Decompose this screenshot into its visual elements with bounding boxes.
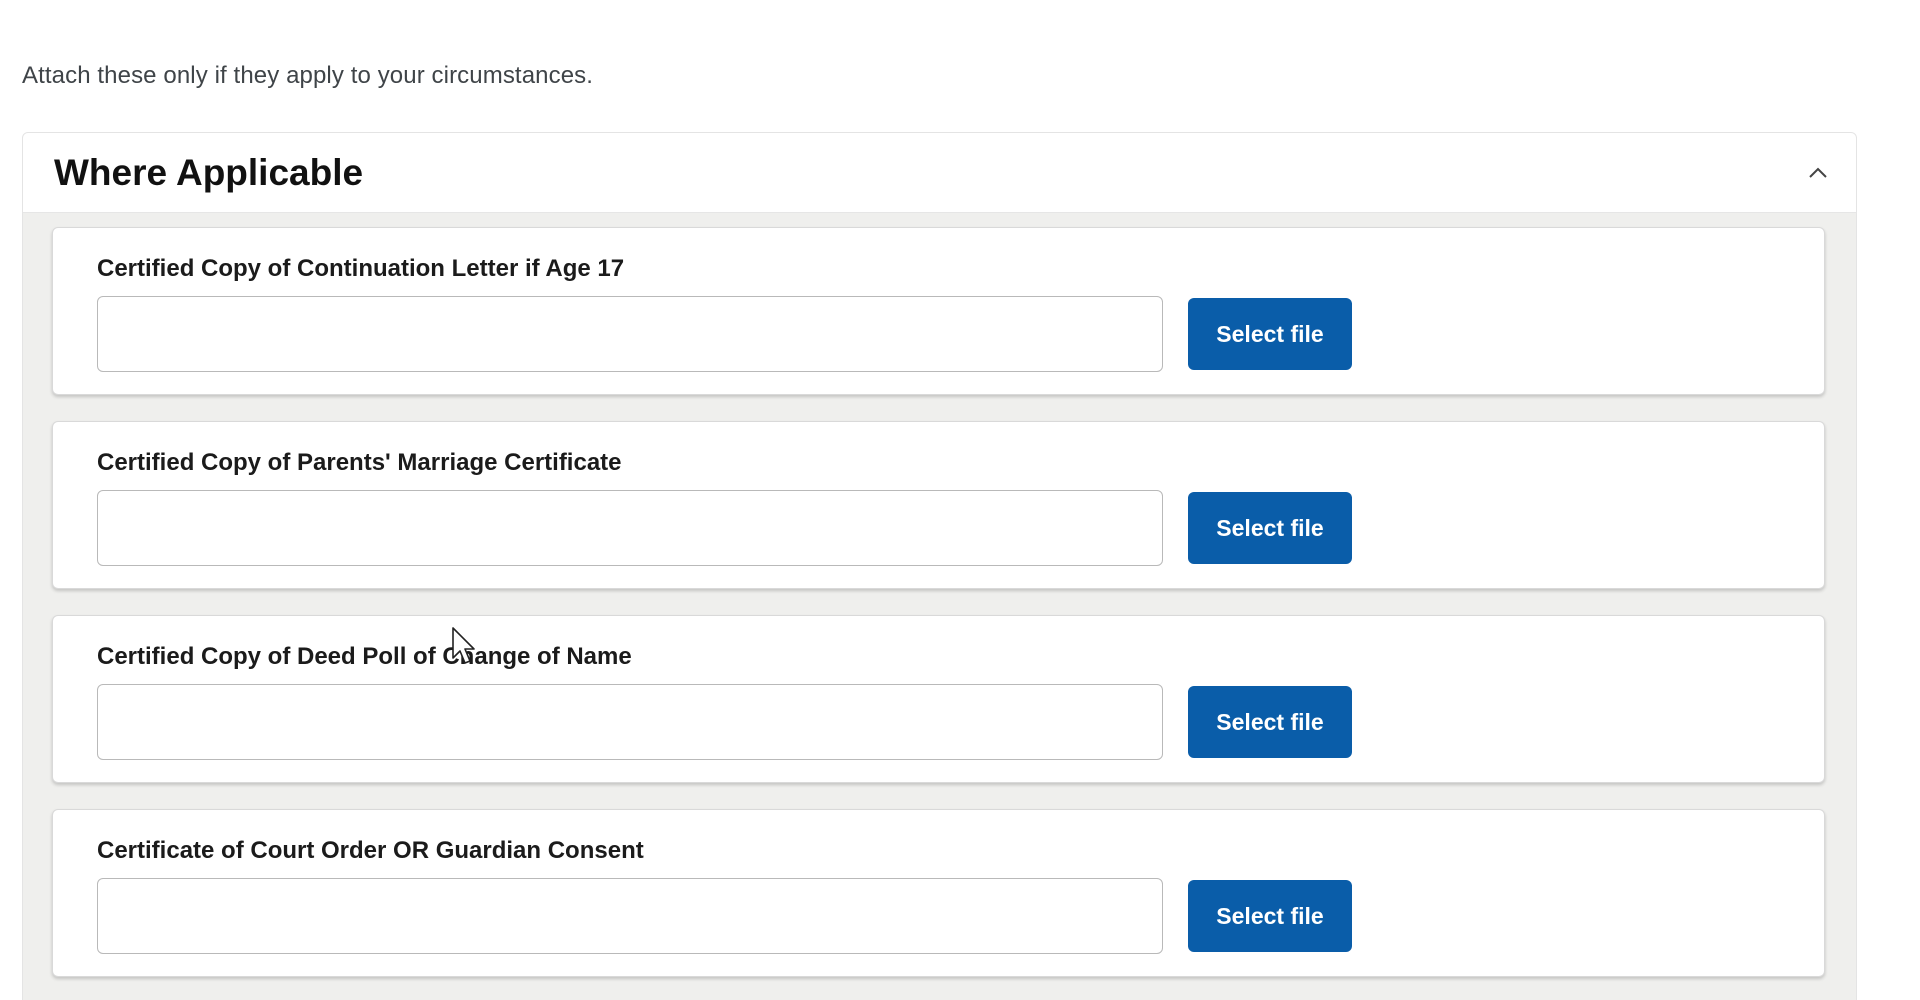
intro-text: Attach these only if they apply to your … (22, 62, 594, 89)
file-upload-card: Certified Copy of Continuation Letter if… (52, 227, 1825, 395)
file-path-input[interactable] (97, 490, 1163, 566)
file-label: Certified Copy of Deed Poll of Change of… (97, 643, 632, 670)
file-path-input[interactable] (97, 878, 1163, 954)
file-label: Certified Copy of Parents' Marriage Cert… (97, 449, 622, 476)
file-row: Select file (97, 684, 1824, 760)
select-file-button[interactable]: Select file (1188, 686, 1352, 758)
file-label: Certificate of Court Order OR Guardian C… (97, 837, 644, 864)
where-applicable-accordion: Where Applicable Certified Copy of Conti… (22, 132, 1857, 1000)
file-row: Select file (97, 296, 1824, 372)
accordion-body: Certified Copy of Continuation Letter if… (23, 213, 1856, 977)
select-file-button[interactable]: Select file (1188, 298, 1352, 370)
file-path-input[interactable] (97, 296, 1163, 372)
file-upload-card: Certified Copy of Deed Poll of Change of… (52, 615, 1825, 783)
accordion-header[interactable]: Where Applicable (23, 133, 1856, 213)
chevron-up-icon[interactable] (1806, 161, 1830, 185)
select-file-button[interactable]: Select file (1188, 492, 1352, 564)
upload-documents-page: Attach these only if they apply to your … (0, 0, 1920, 1000)
file-row: Select file (97, 490, 1824, 566)
file-upload-card: Certificate of Court Order OR Guardian C… (52, 809, 1825, 977)
file-row: Select file (97, 878, 1824, 954)
file-label: Certified Copy of Continuation Letter if… (97, 255, 625, 282)
select-file-button[interactable]: Select file (1188, 880, 1352, 952)
file-upload-card: Certified Copy of Parents' Marriage Cert… (52, 421, 1825, 589)
file-path-input[interactable] (97, 684, 1163, 760)
section-title: Where Applicable (54, 151, 364, 193)
